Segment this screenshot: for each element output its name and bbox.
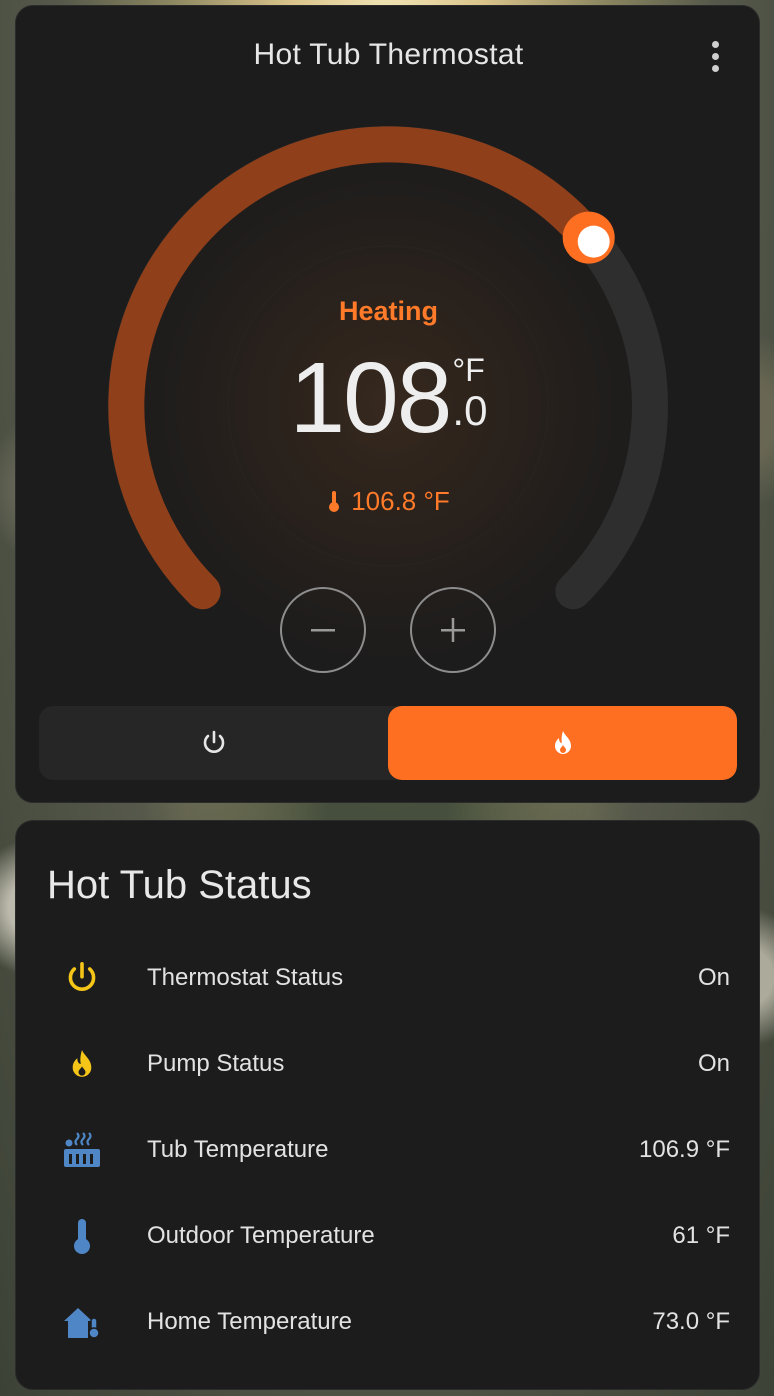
status-row-value: On [697,964,730,991]
dial-handle-center [577,225,610,258]
status-row-label: Home Temperature [147,1308,352,1335]
status-row-pump[interactable]: Pump Status On [16,1021,761,1107]
status-row-value: On [697,1050,730,1077]
hvac-action-label: Heating [338,296,438,326]
hvac-mode-selector [39,706,737,780]
flame-icon [554,731,571,754]
plus-icon [441,618,465,642]
thermometer-icon [329,491,340,512]
status-row-label: Pump Status [147,1050,285,1077]
status-row-home-temperature[interactable]: Home Temperature 73.0 °F [16,1279,761,1365]
status-row-tub-temperature[interactable]: Tub Temperature 106.9 °F [16,1107,761,1193]
target-temperature-unit: °F [452,352,485,388]
status-row-label: Outdoor Temperature [147,1222,375,1249]
decrease-temperature-button[interactable] [280,587,366,673]
status-row-value: 61 °F [672,1222,730,1249]
status-row-outdoor-temperature[interactable]: Outdoor Temperature 61 °F [16,1193,761,1279]
status-row-label: Tub Temperature [147,1136,329,1163]
mode-off-button[interactable] [39,706,388,780]
status-title: Hot Tub Status [47,863,312,907]
power-icon [60,956,104,1000]
increase-temperature-button[interactable] [410,587,496,673]
current-temperature-value: 106.8 °F [351,485,450,516]
thermostat-card: Hot Tub Thermostat Heating 108 °F .0 106… [15,5,760,803]
status-card: Hot Tub Status Thermostat Status On Pump… [15,820,760,1390]
target-temperature: 108 °F .0 [16,348,761,468]
hot-tub-icon [60,1128,104,1172]
status-row-value: 73.0 °F [652,1308,730,1335]
thermometer-icon [60,1214,104,1258]
target-temperature-integer: 108 [289,342,453,454]
home-thermometer-icon [60,1300,104,1344]
minus-icon [311,629,335,632]
status-row-label: Thermostat Status [147,964,344,991]
flame-icon [60,1042,104,1086]
status-row-value: 106.9 °F [639,1136,730,1163]
power-icon [203,730,224,753]
status-row-thermostat[interactable]: Thermostat Status On [16,935,761,1021]
target-temperature-decimal: .0 [452,387,488,434]
mode-heat-button[interactable] [388,706,737,780]
current-temperature: 106.8 °F [16,484,761,518]
